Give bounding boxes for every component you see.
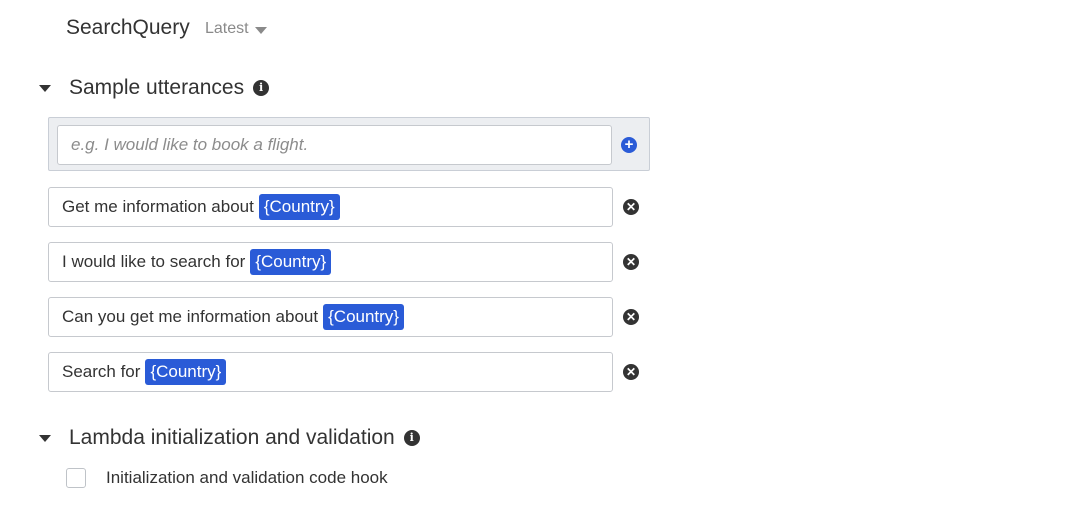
utterance-text: Can you get me information about	[62, 307, 319, 326]
slot-chip[interactable]: {Country}	[323, 304, 404, 330]
sample-utterances-header: Sample utterances i	[39, 74, 270, 102]
remove-utterance-icon[interactable]: ✕	[623, 199, 639, 215]
collapse-toggle-icon[interactable]	[39, 434, 51, 442]
chevron-down-icon	[254, 26, 267, 34]
remove-utterance-icon[interactable]: ✕	[623, 364, 639, 380]
remove-utterance-icon[interactable]: ✕	[623, 309, 639, 325]
code-hook-label: Initialization and validation code hook	[106, 468, 388, 487]
info-icon[interactable]: i	[253, 80, 270, 96]
info-icon[interactable]: i	[403, 430, 420, 446]
slot-chip[interactable]: {Country}	[250, 249, 332, 275]
collapse-toggle-icon[interactable]	[39, 84, 51, 92]
remove-utterance-icon[interactable]: ✕	[623, 254, 639, 270]
intent-name: SearchQuery	[66, 16, 190, 39]
lambda-header: Lambda initialization and validation i	[39, 424, 420, 452]
utterance-row[interactable]: Get me information about {Country}	[48, 187, 613, 227]
code-hook-checkbox[interactable]	[66, 468, 86, 488]
utterance-row[interactable]: I would like to search for {Country}	[48, 242, 613, 282]
section-title: Lambda initialization and validation	[69, 426, 395, 449]
section-title: Sample utterances	[69, 76, 245, 99]
utterance-text: Get me information about	[62, 197, 254, 216]
add-utterance-icon[interactable]: +	[621, 137, 637, 153]
version-dropdown[interactable]: Latest	[205, 18, 267, 40]
utterance-text: Search for	[62, 362, 141, 381]
new-utterance-container: +	[48, 117, 650, 171]
slot-chip[interactable]: {Country}	[258, 194, 340, 220]
slot-chip[interactable]: {Country}	[145, 359, 227, 385]
version-label: Latest	[205, 20, 249, 37]
new-utterance-input[interactable]	[57, 125, 612, 165]
utterance-text: I would like to search for	[62, 252, 246, 271]
utterance-row[interactable]: Can you get me information about {Countr…	[48, 297, 613, 337]
utterance-row[interactable]: Search for {Country}	[48, 352, 613, 392]
